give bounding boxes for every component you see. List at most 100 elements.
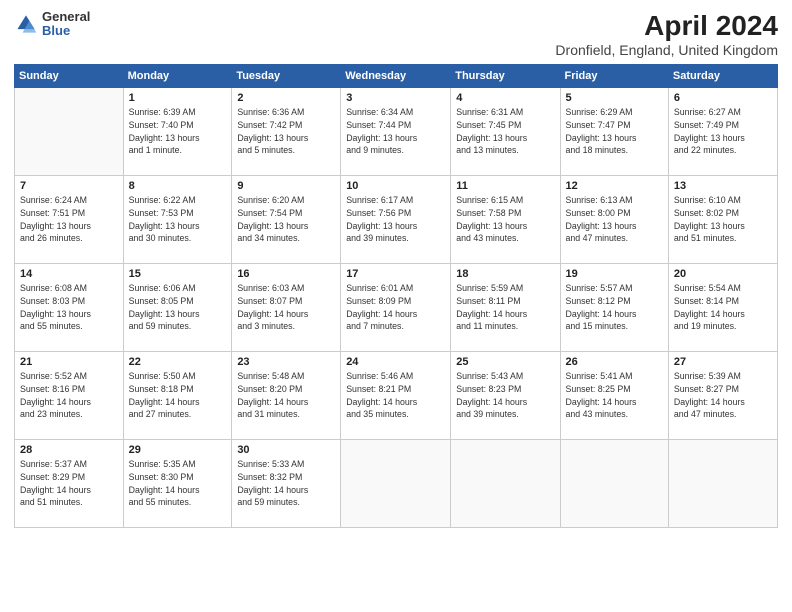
table-row: [341, 440, 451, 528]
day-info: Sunrise: 6:20 AM Sunset: 7:54 PM Dayligh…: [237, 194, 335, 245]
table-row: 28Sunrise: 5:37 AM Sunset: 8:29 PM Dayli…: [15, 440, 124, 528]
day-number: 24: [346, 356, 445, 368]
day-info: Sunrise: 6:01 AM Sunset: 8:09 PM Dayligh…: [346, 282, 445, 333]
table-row: 8Sunrise: 6:22 AM Sunset: 7:53 PM Daylig…: [123, 176, 232, 264]
table-row: 30 Sunrise: 5:33 AM Sunset: 8:32 PM Dayli…: [232, 440, 341, 528]
table-row: 5Sunrise: 6:29 AM Sunset: 7:47 PM Daylig…: [560, 88, 668, 176]
day-info: Sunrise: 6:08 AM Sunset: 8:03 PM Dayligh…: [20, 282, 118, 333]
day-number: 18: [456, 268, 554, 280]
day-info: Sunrise: 6:29 AM Sunset: 7:47 PM Dayligh…: [566, 106, 663, 157]
day-number: 11: [456, 180, 554, 192]
day-info: Sunrise: 5:48 AM Sunset: 8:20 PM Dayligh…: [237, 370, 335, 421]
calendar-table: Sunday Monday Tuesday Wednesday Thursday…: [14, 64, 778, 528]
day-info: Sunrise: 5:54 AM Sunset: 8:14 PM Dayligh…: [674, 282, 772, 333]
table-row: 6 Sunrise: 6:27 AM Sunset: 7:49 PM Daylig…: [668, 88, 777, 176]
day-number: 30: [237, 444, 335, 456]
day-number: 3: [346, 92, 445, 104]
day-number: 19: [566, 268, 663, 280]
header: General Blue April 2024 Dronfield, Engla…: [14, 10, 778, 58]
day-number: 20: [674, 268, 772, 280]
day-info: Sunrise: 6:36 AM Sunset: 7:42 PM Dayligh…: [237, 106, 335, 157]
day-info: Sunrise: 5:39 AM Sunset: 8:27 PM Dayligh…: [674, 370, 772, 421]
calendar-week-row: 1 Sunrise: 6:39 AM Sunset: 7:40 PM Daylig…: [15, 88, 778, 176]
day-number: 4: [456, 92, 554, 104]
day-info: Sunrise: 5:59 AM Sunset: 8:11 PM Dayligh…: [456, 282, 554, 333]
table-row: 21Sunrise: 5:52 AM Sunset: 8:16 PM Dayli…: [15, 352, 124, 440]
logo-text: General Blue: [42, 10, 90, 39]
table-row: 20 Sunrise: 5:54 AM Sunset: 8:14 PM Dayli…: [668, 264, 777, 352]
table-row: 7Sunrise: 6:24 AM Sunset: 7:51 PM Daylig…: [15, 176, 124, 264]
table-row: 9 Sunrise: 6:20 AM Sunset: 7:54 PM Daylig…: [232, 176, 341, 264]
day-number: 6: [674, 92, 772, 104]
page: General Blue April 2024 Dronfield, Engla…: [0, 0, 792, 612]
calendar-week-row: 28Sunrise: 5:37 AM Sunset: 8:29 PM Dayli…: [15, 440, 778, 528]
main-title: April 2024: [555, 10, 778, 42]
day-info: Sunrise: 6:13 AM Sunset: 8:00 PM Dayligh…: [566, 194, 663, 245]
table-row: [668, 440, 777, 528]
day-info: Sunrise: 6:03 AM Sunset: 8:07 PM Dayligh…: [237, 282, 335, 333]
table-row: 14Sunrise: 6:08 AM Sunset: 8:03 PM Dayli…: [15, 264, 124, 352]
day-info: Sunrise: 5:35 AM Sunset: 8:30 PM Dayligh…: [129, 458, 227, 509]
day-info: Sunrise: 5:43 AM Sunset: 8:23 PM Dayligh…: [456, 370, 554, 421]
day-info: Sunrise: 6:15 AM Sunset: 7:58 PM Dayligh…: [456, 194, 554, 245]
subtitle: Dronfield, England, United Kingdom: [555, 42, 778, 58]
header-thursday: Thursday: [451, 65, 560, 88]
table-row: 19 Sunrise: 5:57 AM Sunset: 8:12 PM Dayli…: [560, 264, 668, 352]
day-number: 8: [129, 180, 227, 192]
day-info: Sunrise: 5:57 AM Sunset: 8:12 PM Dayligh…: [566, 282, 663, 333]
table-row: 13 Sunrise: 6:10 AM Sunset: 8:02 PM Dayli…: [668, 176, 777, 264]
table-row: 22 Sunrise: 5:50 AM Sunset: 8:18 PM Dayli…: [123, 352, 232, 440]
header-sunday: Sunday: [15, 65, 124, 88]
calendar-week-row: 7Sunrise: 6:24 AM Sunset: 7:51 PM Daylig…: [15, 176, 778, 264]
day-info: Sunrise: 6:34 AM Sunset: 7:44 PM Dayligh…: [346, 106, 445, 157]
day-number: 15: [129, 268, 227, 280]
day-info: Sunrise: 5:33 AM Sunset: 8:32 PM Dayligh…: [237, 458, 335, 509]
day-info: Sunrise: 6:17 AM Sunset: 7:56 PM Dayligh…: [346, 194, 445, 245]
table-row: 1 Sunrise: 6:39 AM Sunset: 7:40 PM Daylig…: [123, 88, 232, 176]
logo-icon: [14, 12, 38, 36]
day-number: 7: [20, 180, 118, 192]
day-info: Sunrise: 6:27 AM Sunset: 7:49 PM Dayligh…: [674, 106, 772, 157]
day-number: 23: [237, 356, 335, 368]
calendar-week-row: 21Sunrise: 5:52 AM Sunset: 8:16 PM Dayli…: [15, 352, 778, 440]
day-info: Sunrise: 6:06 AM Sunset: 8:05 PM Dayligh…: [129, 282, 227, 333]
title-block: April 2024 Dronfield, England, United Ki…: [555, 10, 778, 58]
day-number: 22: [129, 356, 227, 368]
day-number: 16: [237, 268, 335, 280]
logo: General Blue: [14, 10, 90, 39]
table-row: [15, 88, 124, 176]
day-number: 2: [237, 92, 335, 104]
day-info: Sunrise: 5:52 AM Sunset: 8:16 PM Dayligh…: [20, 370, 118, 421]
table-row: [560, 440, 668, 528]
day-info: Sunrise: 5:46 AM Sunset: 8:21 PM Dayligh…: [346, 370, 445, 421]
table-row: 4Sunrise: 6:31 AM Sunset: 7:45 PM Daylig…: [451, 88, 560, 176]
table-row: 16 Sunrise: 6:03 AM Sunset: 8:07 PM Dayli…: [232, 264, 341, 352]
table-row: 10 Sunrise: 6:17 AM Sunset: 7:56 PM Dayli…: [341, 176, 451, 264]
day-number: 10: [346, 180, 445, 192]
table-row: 25 Sunrise: 5:43 AM Sunset: 8:23 PM Dayli…: [451, 352, 560, 440]
table-row: 15 Sunrise: 6:06 AM Sunset: 8:05 PM Dayli…: [123, 264, 232, 352]
table-row: 23 Sunrise: 5:48 AM Sunset: 8:20 PM Dayli…: [232, 352, 341, 440]
day-info: Sunrise: 5:37 AM Sunset: 8:29 PM Dayligh…: [20, 458, 118, 509]
day-number: 26: [566, 356, 663, 368]
day-info: Sunrise: 6:39 AM Sunset: 7:40 PM Dayligh…: [129, 106, 227, 157]
header-friday: Friday: [560, 65, 668, 88]
table-row: 3 Sunrise: 6:34 AM Sunset: 7:44 PM Daylig…: [341, 88, 451, 176]
day-number: 9: [237, 180, 335, 192]
day-number: 25: [456, 356, 554, 368]
table-row: [451, 440, 560, 528]
day-number: 1: [129, 92, 227, 104]
day-info: Sunrise: 6:10 AM Sunset: 8:02 PM Dayligh…: [674, 194, 772, 245]
day-number: 12: [566, 180, 663, 192]
table-row: 12 Sunrise: 6:13 AM Sunset: 8:00 PM Dayli…: [560, 176, 668, 264]
table-row: 18 Sunrise: 5:59 AM Sunset: 8:11 PM Dayli…: [451, 264, 560, 352]
table-row: 17Sunrise: 6:01 AM Sunset: 8:09 PM Dayli…: [341, 264, 451, 352]
header-wednesday: Wednesday: [341, 65, 451, 88]
table-row: 24 Sunrise: 5:46 AM Sunset: 8:21 PM Dayli…: [341, 352, 451, 440]
day-info: Sunrise: 5:50 AM Sunset: 8:18 PM Dayligh…: [129, 370, 227, 421]
table-row: 2 Sunrise: 6:36 AM Sunset: 7:42 PM Daylig…: [232, 88, 341, 176]
day-number: 13: [674, 180, 772, 192]
day-number: 29: [129, 444, 227, 456]
table-row: 26Sunrise: 5:41 AM Sunset: 8:25 PM Dayli…: [560, 352, 668, 440]
header-saturday: Saturday: [668, 65, 777, 88]
